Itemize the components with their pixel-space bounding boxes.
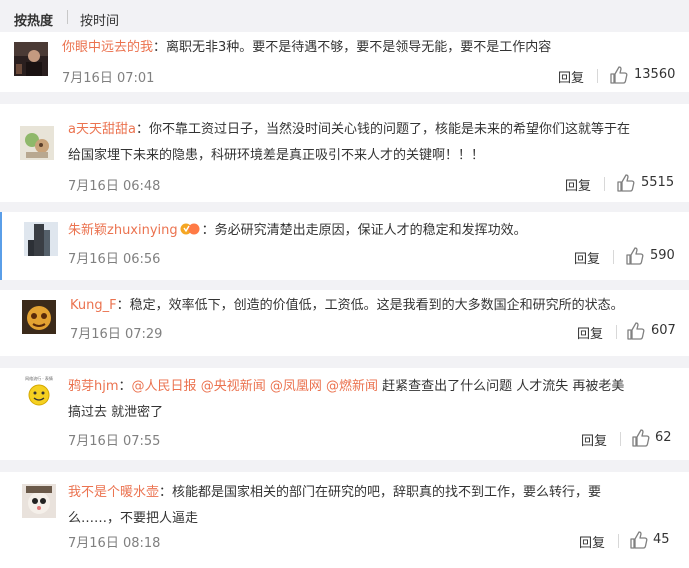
- reply-button[interactable]: 回复: [558, 67, 584, 86]
- username-link[interactable]: 我不是个暖水壶: [68, 485, 159, 500]
- action-divider: [620, 432, 621, 446]
- comment-body: 离职无非3种。要不是待遇不够，要不是领导无能，要不是工作内容: [166, 40, 552, 55]
- colon: ：: [135, 122, 149, 137]
- colon: ：: [201, 223, 215, 238]
- reply-button[interactable]: 回复: [579, 532, 605, 551]
- comment-text: a天天甜甜a：你不靠工资过日子，当然没时间关心钱的问题了，核能是未来的希望你们这…: [68, 117, 630, 169]
- reply-button[interactable]: 回复: [574, 248, 600, 267]
- comment-body: 核能都是国家相关的部门在研究的吧，辞职真的找不到工作，要么转行，要: [172, 485, 602, 500]
- thumbs-up-icon[interactable]: [609, 65, 629, 85]
- svg-text:网络流行 · 表情: 网络流行 · 表情: [25, 375, 53, 381]
- comment-text: Kung_F：稳定，效率低下，创造的价值低，工资低。这是我看到的大多数国企和研究…: [70, 293, 624, 319]
- thumbs-up-icon[interactable]: [631, 428, 651, 448]
- comment-separator: [0, 202, 689, 212]
- comment-time: 7月16日 08:18: [68, 536, 161, 551]
- action-divider: [613, 250, 614, 264]
- comment-body: 稳定，效率低下，创造的价值低，工资低。这是我看到的大多数国企和研究所的状态。: [129, 298, 624, 313]
- action-divider: [616, 325, 617, 339]
- like-count: 13560: [634, 67, 676, 82]
- comment-item: Kung_F：稳定，效率低下，创造的价值低，工资低。这是我看到的大多数国企和研究…: [0, 290, 689, 356]
- avatar[interactable]: [22, 300, 56, 334]
- username-link[interactable]: 鸦芽hjm: [68, 379, 119, 394]
- comment-separator: [0, 356, 689, 368]
- comment-item-highlighted: 朱新颖zhuxinying ：务必研究清楚出走原因，保证人才的稳定和发挥功效。 7…: [0, 212, 689, 280]
- username-link[interactable]: Kung_F: [70, 298, 117, 313]
- thumbs-up-icon[interactable]: [629, 530, 649, 550]
- like-count: 62: [655, 430, 672, 445]
- comment-text: 我不是个暖水壶：核能都是国家相关的部门在研究的吧，辞职真的找不到工作，要么转行，…: [68, 480, 601, 532]
- thumbs-up-icon[interactable]: [626, 321, 646, 341]
- comment-body: 务必研究清楚出走原因，保证人才的稳定和发挥功效。: [214, 223, 527, 238]
- like-count: 590: [650, 248, 675, 263]
- reply-button[interactable]: 回复: [581, 430, 607, 449]
- like-count: 45: [653, 532, 670, 547]
- comment-body-continued: 给国家埋下未来的隐患，科研环境差是真正吸引不来人才的关键啊！！！: [68, 148, 485, 163]
- reply-button[interactable]: 回复: [577, 323, 603, 342]
- comment-body-continued: 么……，不要把人逼走: [68, 511, 199, 526]
- mention-link[interactable]: @凤凰网: [270, 379, 322, 394]
- comment-item: a天天甜甜a：你不靠工资过日子，当然没时间关心钱的问题了，核能是未来的希望你们这…: [0, 104, 689, 202]
- action-divider: [618, 534, 619, 548]
- mention-link[interactable]: @燃新闻: [326, 379, 378, 394]
- username-link[interactable]: 你眼中远去的我: [62, 40, 153, 55]
- sort-by-hot-tab[interactable]: 按热度: [14, 10, 53, 29]
- comment-text: 朱新颖zhuxinying ：务必研究清楚出走原因，保证人才的稳定和发挥功效。: [68, 218, 527, 246]
- username-link[interactable]: a天天甜甜a: [68, 122, 136, 137]
- vip-badge-icon: [180, 220, 202, 246]
- comment-time: 7月16日 06:48: [68, 179, 161, 194]
- mention-link[interactable]: @央视新闻: [201, 379, 266, 394]
- comment-separator: [0, 460, 689, 472]
- colon: ：: [118, 379, 132, 394]
- sort-divider: [67, 10, 68, 24]
- comment-text: 鸦芽hjm：@人民日报 @央视新闻 @凤凰网 @燃新闻 赶紧查查出了什么问题 人…: [68, 374, 624, 426]
- sort-bar: 按热度 按时间: [0, 0, 689, 32]
- comment-time: 7月16日 07:55: [68, 434, 161, 449]
- avatar[interactable]: 网络流行 · 表情: [22, 374, 56, 408]
- comment-item: 我不是个暖水壶：核能都是国家相关的部门在研究的吧，辞职真的找不到工作，要么转行，…: [0, 472, 689, 568]
- comment-item: 你眼中远去的我：离职无非3种。要不是待遇不够，要不是领导无能，要不是工作内容 7…: [0, 32, 689, 92]
- comment-time: 7月16日 06:56: [68, 252, 161, 267]
- comment-body: 赶紧查查出了什么问题 人才流失 再被老美: [378, 379, 625, 394]
- action-divider: [604, 177, 605, 191]
- thumbs-up-icon[interactable]: [625, 246, 645, 266]
- avatar[interactable]: [24, 222, 58, 256]
- avatar[interactable]: [20, 126, 54, 160]
- comment-text: 你眼中远去的我：离职无非3种。要不是待遇不够，要不是领导无能，要不是工作内容: [62, 35, 551, 61]
- avatar[interactable]: [22, 484, 56, 518]
- comment-separator: [0, 92, 689, 104]
- reply-button[interactable]: 回复: [565, 175, 591, 194]
- action-divider: [597, 69, 598, 83]
- like-count: 607: [651, 323, 676, 338]
- comment-item: 网络流行 · 表情 鸦芽hjm：@人民日报 @央视新闻 @凤凰网 @燃新闻 赶紧…: [0, 368, 689, 460]
- colon: ：: [153, 40, 167, 55]
- colon: ：: [159, 485, 173, 500]
- avatar[interactable]: [14, 42, 48, 76]
- colon: ：: [116, 298, 130, 313]
- username-link[interactable]: 朱新颖zhuxinying: [68, 223, 178, 238]
- comment-separator: [0, 280, 689, 290]
- comment-time: 7月16日 07:29: [70, 327, 163, 342]
- comment-time: 7月16日 07:01: [62, 71, 155, 86]
- sort-by-time-tab[interactable]: 按时间: [80, 10, 119, 29]
- mention-link[interactable]: @人民日报: [132, 379, 197, 394]
- like-count: 5515: [641, 175, 675, 190]
- comment-body: 你不靠工资过日子，当然没时间关心钱的问题了，核能是未来的希望你们这就等于在: [148, 122, 630, 137]
- thumbs-up-icon[interactable]: [616, 173, 636, 193]
- comment-body-continued: 搞过去 就泄密了: [68, 405, 164, 420]
